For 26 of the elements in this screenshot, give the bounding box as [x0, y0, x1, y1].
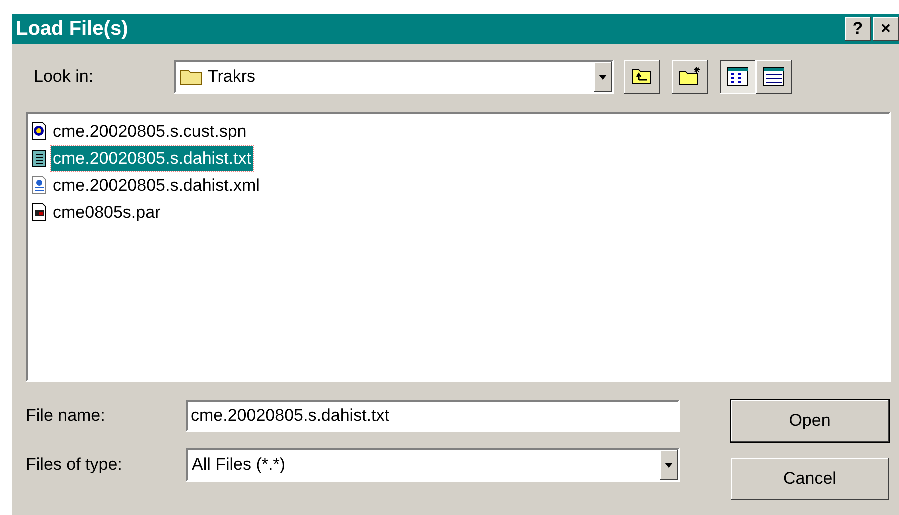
cancel-button[interactable]: Cancel [731, 458, 889, 500]
list-view-icon [726, 65, 750, 89]
details-view-icon [762, 65, 786, 89]
file-item[interactable]: cme.20020805.s.cust.spn [51, 118, 249, 144]
details-view-button[interactable] [756, 60, 792, 94]
document-icon [31, 122, 48, 141]
notepad-icon [31, 149, 48, 168]
look-in-label: Look in: [34, 66, 95, 88]
look-in-dropdown[interactable]: Trakrs [174, 60, 614, 94]
up-folder-button[interactable] [624, 60, 660, 94]
file-item[interactable]: cme.20020805.s.dahist.xml [51, 172, 262, 198]
folder-icon [180, 68, 204, 86]
file-item[interactable]: cme.20020805.s.dahist.txt [51, 146, 254, 172]
web-document-icon [31, 176, 48, 195]
file-name-label: File name: [26, 405, 106, 428]
file-name-field[interactable]: cme.20020805.s.dahist.txt [186, 400, 680, 432]
help-button[interactable]: ? [845, 17, 871, 41]
open-button[interactable]: Open [731, 400, 889, 442]
new-folder-button[interactable] [672, 60, 708, 94]
file-type-dropdown[interactable]: All Files (*.*) [186, 448, 680, 482]
file-item[interactable]: cme0805s.par [51, 200, 163, 226]
file-type-label: Files of type: [26, 454, 124, 476]
window-title: Load File(s) [16, 17, 128, 42]
document-icon [31, 203, 48, 222]
list-view-button[interactable] [720, 60, 756, 94]
close-button[interactable]: × [873, 17, 899, 41]
